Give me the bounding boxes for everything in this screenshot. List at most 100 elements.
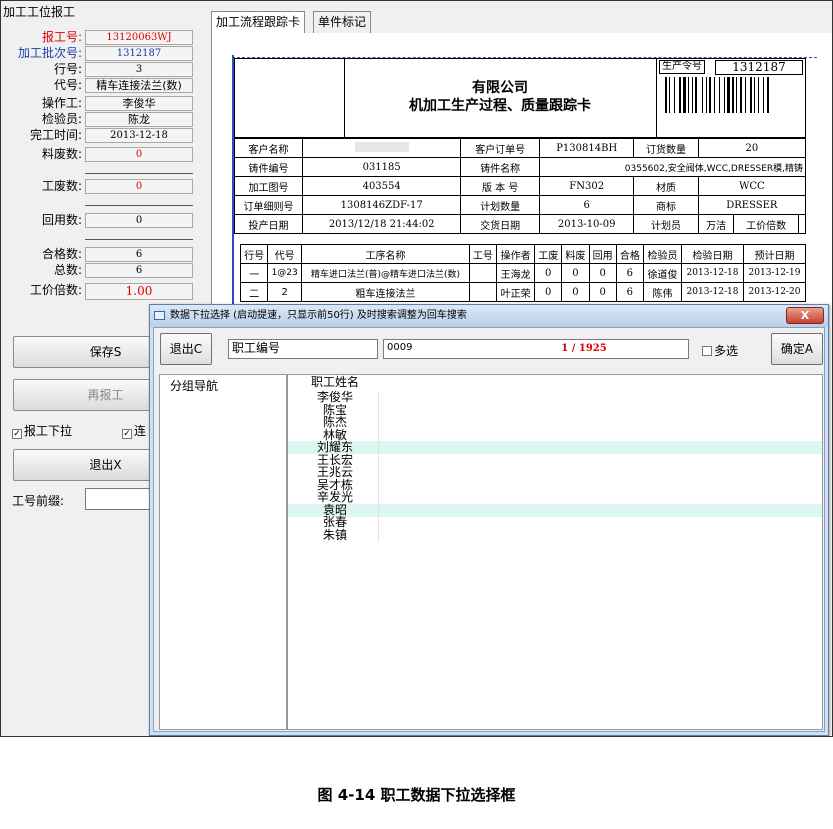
total-field[interactable]: 6 (85, 263, 193, 278)
report-no-row: 报工号: 13120063WJ (1, 30, 204, 46)
list-item[interactable]: 李俊华 (288, 391, 822, 404)
table-cell: 精车进口法兰(普)@精车进口法兰(数) (301, 263, 470, 283)
info-cell: 031185 (301, 157, 462, 177)
info-cell: 403554 (301, 176, 462, 196)
info-cell: WCC (697, 176, 807, 196)
column-divider (378, 478, 379, 492)
list-item[interactable]: 陈宝 (288, 403, 822, 417)
employee-name-column-header: 职工姓名 (310, 375, 359, 389)
report-pulldown-label: 报工下拉 (24, 424, 73, 438)
list-item[interactable]: 王兆云 (288, 466, 822, 479)
code-label: 代号: (53, 78, 82, 92)
list-header-row: 职工姓名 (288, 375, 822, 390)
process-header: 代号 (267, 244, 303, 264)
search-field-select[interactable]: 职工编号 (228, 339, 378, 359)
process-header: 料废 (561, 244, 590, 264)
info-cell: 版 本 号 (460, 176, 541, 196)
close-icon[interactable]: X (786, 307, 824, 324)
barcode-bar (705, 77, 707, 113)
list-item[interactable]: 刘耀东 (288, 441, 822, 454)
info-row: 加工图号 403554 版 本 号 FN302 材质 WCC (234, 176, 807, 196)
report-pulldown-checkbox[interactable]: ✓ 报工下拉 (12, 422, 72, 439)
dialog-exit-button[interactable]: 退出C (160, 333, 212, 365)
divider (656, 59, 657, 137)
list-item[interactable]: 吴才栋 (288, 478, 822, 492)
info-cell: 订货数量 (633, 138, 699, 158)
scrap-work-field[interactable]: 0 (85, 179, 193, 194)
report-window: 加工工位报工 报工号: 13120063WJ 加工批次号: 1312187 行号… (0, 0, 833, 737)
info-row: 客户名称 客户订单号 P130814BH 订货数量 20 (234, 138, 807, 158)
scrap-material-label: 料废数: (41, 147, 82, 161)
table-cell: 叶正荣 (496, 282, 536, 302)
table-cell: 2013-12-18 (681, 263, 744, 283)
table-cell: 2 (267, 282, 303, 302)
process-header: 工序名称 (301, 244, 470, 264)
result-count: 1 / 1925 (561, 343, 607, 354)
table-cell: 徐道俊 (642, 263, 683, 283)
list-item[interactable]: 林敏 (288, 428, 822, 442)
info-cell: 铸件编号 (234, 157, 303, 177)
scrap-material-field[interactable]: 0 (85, 147, 193, 162)
divider (85, 239, 193, 240)
column-divider (378, 428, 379, 442)
employee-name: 朱镇 (322, 527, 347, 542)
divider (85, 205, 193, 206)
barcode-bar (714, 77, 716, 113)
process-header: 工号 (468, 244, 498, 264)
group-nav-pane[interactable]: 分组导航 (159, 374, 287, 730)
reuse-field[interactable]: 0 (85, 213, 193, 228)
scrap-material-row: 料废数: 0 (1, 147, 204, 163)
dialog-titlebar[interactable]: 数据下拉选择 (启动提速，只显示前50行) 及时搜索调整为回车搜索 X (150, 305, 828, 327)
line-no-label: 行号: (53, 62, 82, 76)
list-item[interactable]: 辛发光 (288, 491, 822, 504)
info-cell: 20 (697, 138, 807, 158)
info-cell: 1308146ZDF-17 (301, 195, 462, 215)
table-cell: 2013-12-19 (742, 263, 807, 283)
info-cell: 商标 (633, 195, 699, 215)
code-row: 代号: 精车连接法兰(数) (1, 78, 204, 94)
inspector-field[interactable]: 陈龙 (85, 112, 193, 127)
batch-no-field[interactable]: 1312187 (85, 46, 193, 61)
list-item[interactable]: 袁昭 (288, 503, 822, 517)
table-cell: 6 (615, 282, 644, 302)
operator-field[interactable]: 李俊华 (85, 96, 193, 111)
info-cell (301, 138, 462, 158)
line-no-field[interactable]: 3 (85, 62, 193, 77)
list-item[interactable]: 陈杰 (288, 416, 822, 429)
process-header-row: 行号 代号 工序名称 工号 操作者 工废 料废 回用 合格 检验员 检验日期 预… (239, 244, 807, 264)
multi-select-checkbox[interactable]: 多选 (702, 342, 738, 359)
qualified-field[interactable]: 6 (85, 247, 193, 262)
list-item[interactable]: 朱镇 (288, 527, 822, 542)
table-cell: 一 (239, 263, 269, 283)
qualified-row: 合格数: 6 (1, 247, 204, 263)
tab-single-mark[interactable]: 单件标记 (313, 11, 372, 33)
employee-list[interactable]: 职工姓名 李俊华 陈宝 陈杰 林敏 刘耀东 王长宏 王兆云 吴才栋 辛发光 袁昭 张春 朱镇 (287, 374, 823, 730)
list-item[interactable]: 王长宏 (288, 453, 822, 467)
table-cell: 粗车连接法兰 (301, 282, 470, 302)
process-header: 行号 (239, 244, 269, 264)
table-cell: 1@23 (267, 263, 303, 283)
info-cell: 加工图号 (234, 176, 303, 196)
list-item[interactable]: 张春 (288, 516, 822, 529)
checkbox-checked-icon: ✓ (122, 429, 132, 439)
process-header: 合格 (615, 244, 644, 264)
barcode-bar (695, 77, 698, 113)
barcode (663, 77, 803, 113)
info-cell: 2013/12/18 21:44:02 (301, 214, 462, 234)
info-cell: 客户订单号 (460, 138, 541, 158)
barcode-bar (744, 77, 746, 113)
section-title: 加工工位报工 (3, 5, 76, 19)
info-cell: 万洁 (697, 214, 735, 234)
code-field[interactable]: 精车连接法兰(数) (85, 78, 193, 93)
ok-button[interactable]: 确定A (771, 333, 823, 365)
continuous-checkbox[interactable]: ✓ 连 (122, 422, 146, 439)
column-divider (378, 491, 379, 504)
checkbox-icon (702, 346, 712, 356)
tab-process-card[interactable]: 加工流程跟踪卡 (211, 11, 306, 33)
reuse-row: 回用数: 0 (1, 213, 204, 229)
report-no-field[interactable]: 13120063WJ (85, 30, 193, 45)
table-cell: 2013-12-20 (742, 282, 807, 302)
barcode-bar (709, 77, 711, 113)
finish-time-field[interactable]: 2013-12-18 (85, 128, 193, 143)
price-multiple-field[interactable]: 1.00 (85, 283, 193, 300)
